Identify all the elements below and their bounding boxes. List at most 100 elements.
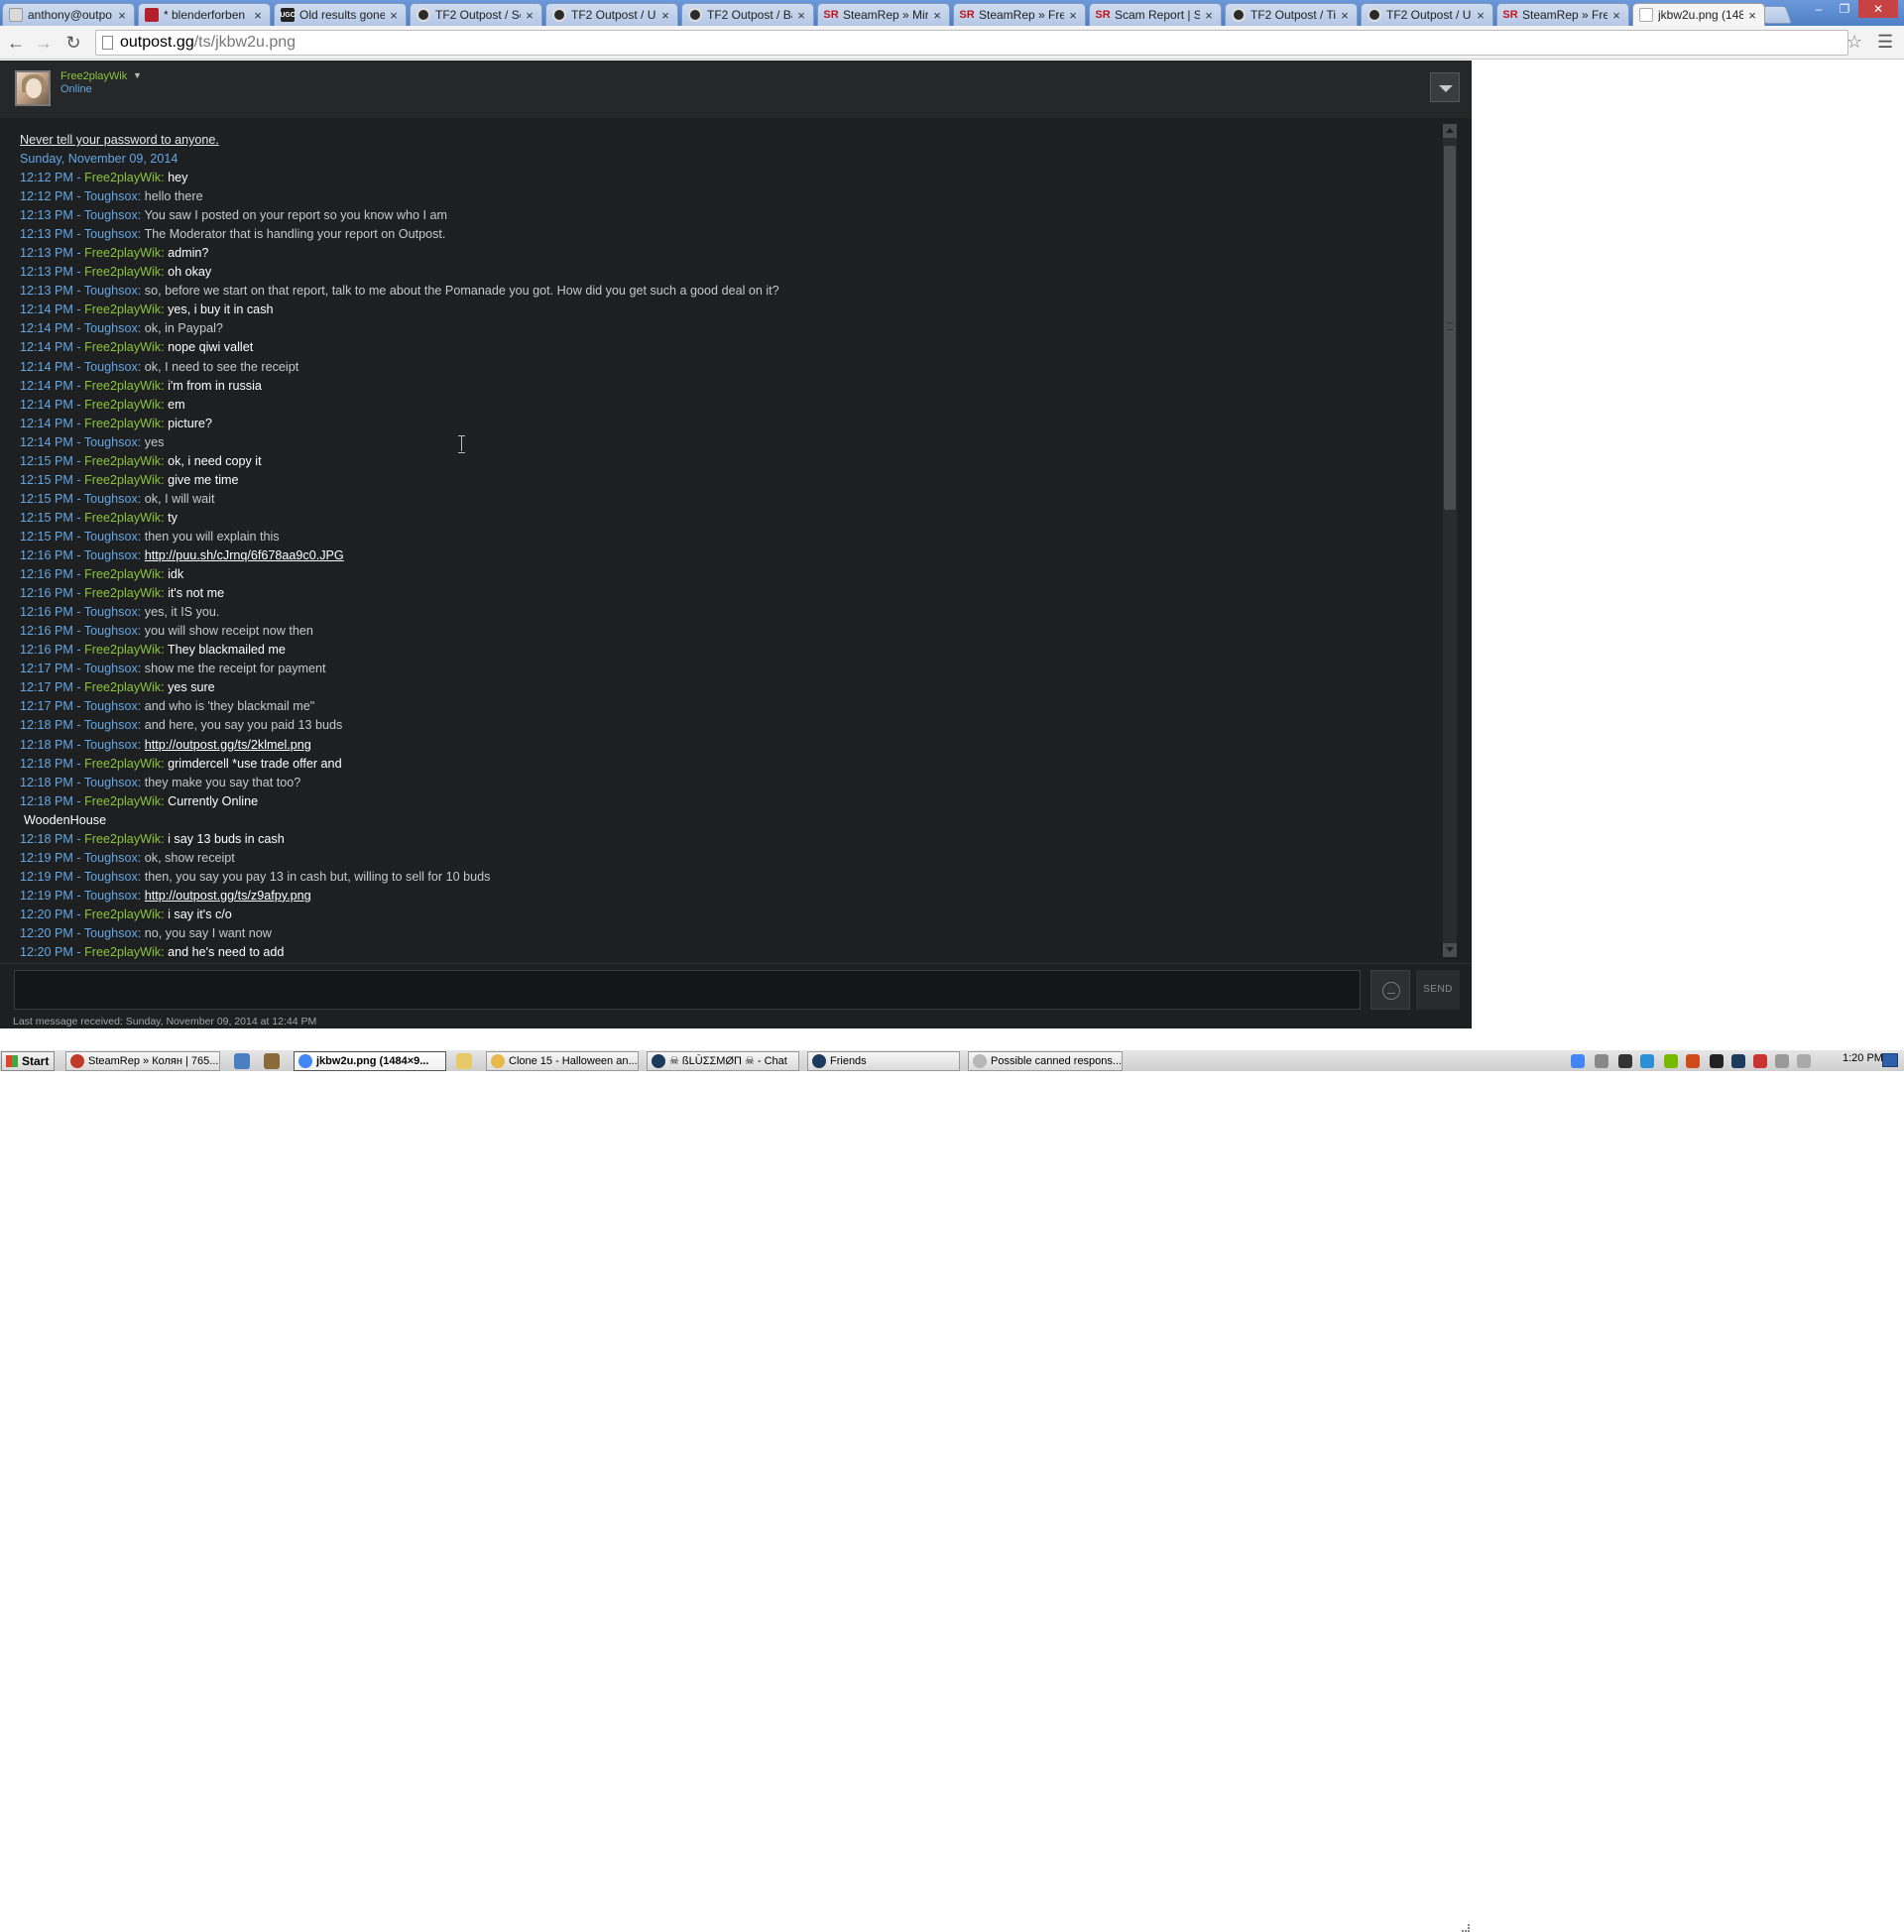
tray-icon[interactable] xyxy=(1686,1054,1700,1068)
url-host: outpost.gg xyxy=(120,34,194,51)
message-text: and he's need to add xyxy=(168,945,285,960)
taskbar-button[interactable]: Clone 15 - Halloween an... xyxy=(486,1051,639,1071)
emoticon-button[interactable] xyxy=(1370,970,1410,1010)
chat-username[interactable]: Free2playWik xyxy=(60,70,127,82)
taskbar-button[interactable]: Possible canned respons... xyxy=(968,1051,1123,1071)
tab-label: anthony@outpo xyxy=(28,8,112,22)
chat-message-input[interactable] xyxy=(14,970,1361,1010)
tray-icon[interactable] xyxy=(1595,1054,1608,1068)
message-text: then, you say you pay 13 in cash but, wi… xyxy=(144,869,491,884)
tab-close-icon[interactable]: × xyxy=(1746,8,1758,23)
browser-tab[interactable]: * blenderforben × xyxy=(138,3,271,26)
browser-menu-icon[interactable]: ☰ xyxy=(1877,32,1893,53)
tray-icon[interactable] xyxy=(1753,1054,1767,1068)
taskbar-button[interactable]: SteamRep » Колян | 765... xyxy=(65,1051,220,1071)
browser-tab[interactable]: UGC Old results gone × xyxy=(274,3,407,26)
browser-tab[interactable]: SR SteamRep » Mira × xyxy=(817,3,950,26)
resize-grip-icon[interactable] xyxy=(1462,1924,1470,1932)
steam-chat-screenshot: Free2playWik ▼ Online Never tell your pa… xyxy=(0,60,1472,1932)
tray-icon[interactable] xyxy=(1618,1054,1632,1068)
sr-favicon-icon: SR xyxy=(1502,9,1518,21)
start-button[interactable]: Start xyxy=(1,1051,55,1071)
tab-close-icon[interactable]: × xyxy=(1339,8,1351,23)
message-sender: Toughsox xyxy=(83,775,138,789)
address-bar[interactable]: outpost.gg/ts/jkbw2u.png xyxy=(95,30,1848,56)
tab-close-icon[interactable]: × xyxy=(1610,8,1622,23)
taskbar-button[interactable]: Friends xyxy=(807,1051,960,1071)
message-time: 12:17 PM xyxy=(20,680,73,695)
bookmark-star-icon[interactable]: ☆ xyxy=(1846,32,1862,53)
chat-message: 12:18 PM - Toughsox: and here, you say y… xyxy=(20,718,343,733)
network-icon[interactable] xyxy=(1775,1054,1789,1068)
taskbar-button[interactable]: jkbw2u.png (1484×9... xyxy=(294,1051,446,1071)
quick-launch-tool-icon[interactable] xyxy=(264,1053,280,1069)
smiley-icon xyxy=(1382,982,1400,1000)
message-text: You saw I posted on your report so you k… xyxy=(144,208,448,223)
tab-close-icon[interactable]: × xyxy=(659,8,671,23)
message-link[interactable]: http://puu.sh/cJrnq/6f678aa9c0.JPG xyxy=(145,548,344,562)
browser-tab[interactable]: TF2 Outpost / Ti × xyxy=(1225,3,1358,26)
chat-message: 12:16 PM - Toughsox: you will show recei… xyxy=(20,624,313,639)
message-sender: Free2playWik xyxy=(84,756,162,771)
message-text: oh okay xyxy=(168,265,212,280)
browser-tab[interactable]: anthony@outpo × xyxy=(2,3,135,26)
close-window-icon[interactable]: ✕ xyxy=(1858,0,1898,18)
tab-close-icon[interactable]: × xyxy=(1067,8,1079,23)
steam-tray-icon[interactable] xyxy=(1731,1054,1745,1068)
chat-options-button[interactable] xyxy=(1430,72,1460,102)
message-text: nope qiwi vallet xyxy=(168,340,254,355)
message-text: you will show receipt now then xyxy=(144,624,313,639)
scroll-up-icon[interactable] xyxy=(1443,124,1457,138)
taskbar-button-label: ☠ ßLŪƩƩMØП ☠ - Chat xyxy=(669,1055,787,1067)
message-time: 12:18 PM xyxy=(20,737,73,752)
tray-icon[interactable] xyxy=(1710,1054,1724,1068)
url-path: /ts/jkbw2u.png xyxy=(193,34,297,51)
back-icon[interactable]: ← xyxy=(4,31,28,55)
chat-message: 12:20 PM - Free2playWik: and he's need t… xyxy=(20,945,285,960)
chat-message: 12:15 PM - Free2playWik: ty xyxy=(20,510,178,525)
scrollbar-thumb[interactable] xyxy=(1444,146,1456,510)
taskbar-clock[interactable]: 1:20 PM xyxy=(1843,1052,1883,1064)
tab-close-icon[interactable]: × xyxy=(252,8,264,23)
nvidia-tray-icon[interactable] xyxy=(1664,1054,1678,1068)
chat-message: 12:19 PM - Toughsox: http://outpost.gg/t… xyxy=(20,888,311,903)
browser-tab[interactable]: TF2 Outpost / Us × xyxy=(545,3,678,26)
browser-tab[interactable]: SR Scam Report | St × xyxy=(1089,3,1222,26)
restore-icon[interactable]: ❐ xyxy=(1833,0,1856,18)
quick-launch-folder-icon[interactable] xyxy=(456,1053,472,1069)
browser-tab[interactable]: SR SteamRep » Free × xyxy=(953,3,1086,26)
message-sender: Toughsox xyxy=(83,491,138,506)
minimize-icon[interactable]: – xyxy=(1807,0,1831,18)
tab-close-icon[interactable]: × xyxy=(1475,8,1487,23)
chevron-down-icon[interactable]: ▼ xyxy=(133,70,142,80)
op-favicon-icon xyxy=(416,8,430,22)
tab-close-icon[interactable]: × xyxy=(524,8,536,23)
tab-close-icon[interactable]: × xyxy=(795,8,807,23)
send-button[interactable]: SEND xyxy=(1416,970,1460,1010)
browser-tab[interactable]: TF2 Outpost / Ba × xyxy=(681,3,814,26)
message-link[interactable]: http://outpost.gg/ts/z9afpy.png xyxy=(145,889,311,903)
volume-icon[interactable] xyxy=(1797,1054,1811,1068)
tab-close-icon[interactable]: × xyxy=(1203,8,1215,23)
tab-close-icon[interactable]: × xyxy=(388,8,400,23)
chrome-tray-icon[interactable] xyxy=(1571,1054,1585,1068)
scroll-down-icon[interactable] xyxy=(1443,943,1457,957)
show-desktop-icon[interactable] xyxy=(1882,1053,1898,1067)
reload-icon[interactable]: ↻ xyxy=(61,31,85,55)
quick-launch-ie-icon[interactable] xyxy=(234,1053,250,1069)
forward-icon[interactable]: → xyxy=(32,31,56,55)
chat-message: 12:14 PM - Toughsox: ok, in Paypal? xyxy=(20,321,223,336)
tab-close-icon[interactable]: × xyxy=(116,8,128,23)
browser-tab[interactable]: jkbw2u.png (148 × xyxy=(1632,3,1765,26)
message-link[interactable]: http://outpost.gg/ts/2klmel.png xyxy=(145,738,311,752)
message-time: 12:16 PM xyxy=(20,605,73,620)
taskbar-button[interactable]: ☠ ßLŪƩƩMØП ☠ - Chat xyxy=(647,1051,799,1071)
browser-tab[interactable]: TF2 Outpost / Us × xyxy=(1361,3,1493,26)
tab-close-icon[interactable]: × xyxy=(931,8,943,23)
message-sender: Free2playWik xyxy=(84,567,162,582)
windows-taskbar: Start SteamRep » Колян | 765... jkbw2u.pn… xyxy=(0,1049,1904,1071)
tray-icon[interactable] xyxy=(1640,1054,1654,1068)
browser-tab[interactable]: SR SteamRep » Free × xyxy=(1496,3,1629,26)
chat-message: 12:16 PM - Toughsox: yes, it IS you. xyxy=(20,605,220,620)
browser-tab[interactable]: TF2 Outpost / Sc × xyxy=(410,3,542,26)
